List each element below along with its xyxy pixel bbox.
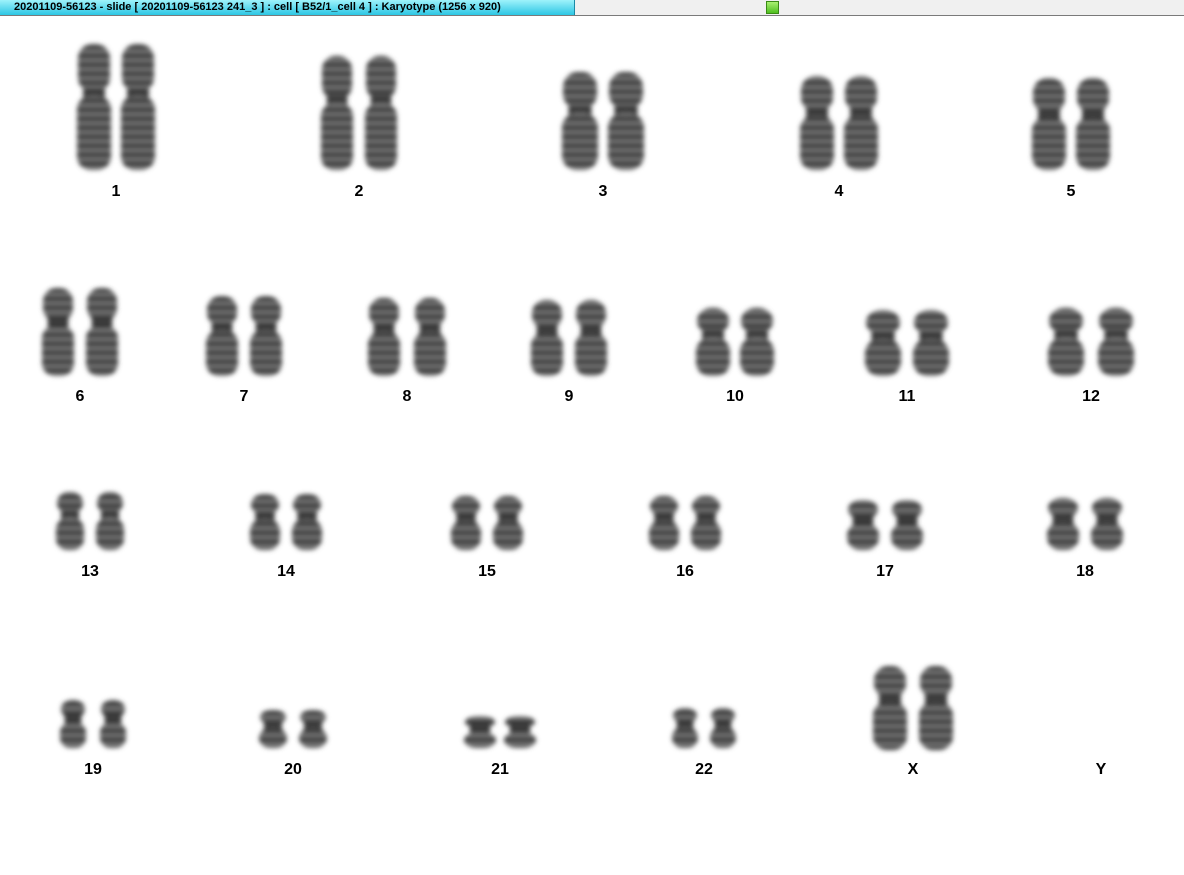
chromosome-label-15: 15 — [478, 563, 496, 580]
chromosome-14-a[interactable] — [250, 494, 280, 550]
chromosome-3-a[interactable] — [562, 72, 598, 170]
chromosome-label-14: 14 — [277, 563, 295, 580]
chromosome-20-b[interactable] — [299, 710, 327, 748]
chromosome-16-a[interactable] — [649, 496, 679, 550]
chromosome-16-b[interactable] — [691, 496, 721, 550]
chromosome-8-b[interactable] — [414, 298, 446, 376]
chromosome-pair-14[interactable]: 14 — [250, 494, 322, 580]
chromosome-4-a[interactable] — [800, 76, 834, 170]
chromosome-pair-8[interactable]: 8 — [368, 298, 446, 405]
chromosome-pair-22[interactable]: 22 — [672, 708, 736, 778]
chromosome-label-9: 9 — [565, 388, 574, 405]
chromosome-10-a[interactable] — [696, 308, 730, 376]
chromosome-label-7: 7 — [240, 388, 249, 405]
chromosome-label-6: 6 — [76, 388, 85, 405]
chromosome-label-13: 13 — [81, 563, 99, 580]
chromosome-label-10: 10 — [726, 388, 744, 405]
chromosome-9-a[interactable] — [531, 300, 563, 376]
chromosome-22-a[interactable] — [672, 708, 698, 748]
chromosome-9-b[interactable] — [575, 300, 607, 376]
chromosome-label-19: 19 — [84, 761, 102, 778]
chromosome-11-b[interactable] — [913, 310, 949, 376]
chromosome-1-a[interactable] — [77, 44, 111, 170]
chromosome-22-b[interactable] — [710, 708, 736, 748]
status-indicator[interactable] — [766, 1, 779, 14]
chromosome-pair-5[interactable]: 5 — [1032, 78, 1110, 200]
chromosome-label-18: 18 — [1076, 563, 1094, 580]
chromosome-8-a[interactable] — [368, 298, 400, 376]
chromosome-21-a[interactable] — [464, 716, 496, 748]
chromosome-label-16: 16 — [676, 563, 694, 580]
chromosome-pair-3[interactable]: 3 — [562, 72, 644, 200]
chromosome-pair-11[interactable]: 11 — [865, 310, 949, 405]
chromosome-pair-18[interactable]: 18 — [1047, 498, 1123, 580]
chromosome-17-a[interactable] — [847, 500, 879, 550]
chromosome-pair-16[interactable]: 16 — [649, 496, 721, 580]
chromosome-12-a[interactable] — [1048, 308, 1084, 376]
chromosome-label-20: 20 — [284, 761, 302, 778]
chromosome-X-a[interactable] — [873, 666, 907, 750]
chromosome-label-4: 4 — [835, 183, 844, 200]
chromosome-2-b[interactable] — [365, 56, 397, 170]
chromosome-3-b[interactable] — [608, 72, 644, 170]
chromosome-19-b[interactable] — [100, 700, 126, 748]
chromosome-label-5: 5 — [1067, 183, 1076, 200]
chromosome-12-b[interactable] — [1098, 308, 1134, 376]
chromosome-15-a[interactable] — [451, 496, 481, 550]
chromosome-pair-20[interactable]: 20 — [259, 710, 327, 778]
chromosome-label-2: 2 — [355, 183, 364, 200]
chromosome-label-Y: Y — [1096, 761, 1107, 778]
chromosome-17-b[interactable] — [891, 500, 923, 550]
chromosome-pair-Y[interactable]: Y — [1096, 761, 1107, 778]
chromosome-11-a[interactable] — [865, 310, 901, 376]
chromosome-18-b[interactable] — [1091, 498, 1123, 550]
chromosome-13-b[interactable] — [96, 492, 124, 550]
window-title-bar: 20201109-56123 - slide [ 20201109-56123 … — [0, 0, 1184, 16]
chromosome-label-21: 21 — [491, 761, 509, 778]
chromosome-5-a[interactable] — [1032, 78, 1066, 170]
chromosome-X-b[interactable] — [919, 666, 953, 750]
chromosome-pair-15[interactable]: 15 — [451, 496, 523, 580]
chromosome-14-b[interactable] — [292, 494, 322, 550]
chromosome-7-b[interactable] — [250, 296, 282, 376]
chromosome-10-b[interactable] — [740, 308, 774, 376]
chromosome-pair-12[interactable]: 12 — [1048, 308, 1134, 405]
chromosome-label-8: 8 — [403, 388, 412, 405]
chromosome-pair-17[interactable]: 17 — [847, 500, 923, 580]
chromosome-6-b[interactable] — [86, 288, 118, 376]
chromosome-pair-X[interactable]: X — [873, 666, 953, 778]
chromosome-pair-10[interactable]: 10 — [696, 308, 774, 405]
chromosome-label-12: 12 — [1082, 388, 1100, 405]
chromosome-pair-7[interactable]: 7 — [206, 296, 282, 405]
chromosome-7-a[interactable] — [206, 296, 238, 376]
chromosome-21-b[interactable] — [504, 716, 536, 748]
chromosome-pair-6[interactable]: 6 — [42, 288, 118, 405]
chromosome-pair-13[interactable]: 13 — [56, 492, 124, 580]
chromosome-label-1: 1 — [112, 183, 121, 200]
chromosome-pair-2[interactable]: 2 — [321, 56, 397, 200]
chromosome-label-3: 3 — [599, 183, 608, 200]
karyogram-canvas: 1 2 3 4 56 7 8 9 10 11 1213 14 15 16 17 1819 20 21 22 X Y — [42, 44, 1134, 778]
chromosome-15-b[interactable] — [493, 496, 523, 550]
chromosome-label-22: 22 — [695, 761, 713, 778]
chromosome-20-a[interactable] — [259, 710, 287, 748]
chromosome-pair-4[interactable]: 4 — [800, 76, 878, 200]
window-title[interactable]: 20201109-56123 - slide [ 20201109-56123 … — [0, 0, 575, 15]
chromosome-5-b[interactable] — [1076, 78, 1110, 170]
chromosome-label-X: X — [908, 761, 919, 778]
chromosome-4-b[interactable] — [844, 76, 878, 170]
chromosome-18-a[interactable] — [1047, 498, 1079, 550]
chromosome-pair-21[interactable]: 21 — [464, 716, 536, 778]
chromosome-19-a[interactable] — [60, 700, 86, 748]
chromosome-1-b[interactable] — [121, 44, 155, 170]
chromosome-2-a[interactable] — [321, 56, 353, 170]
chromosome-label-17: 17 — [876, 563, 894, 580]
chromosome-pair-9[interactable]: 9 — [531, 300, 607, 405]
chromosome-pair-1[interactable]: 1 — [77, 44, 155, 200]
chromosome-13-a[interactable] — [56, 492, 84, 550]
chromosome-pair-19[interactable]: 19 — [60, 700, 126, 778]
chromosome-label-11: 11 — [899, 388, 916, 405]
chromosome-6-a[interactable] — [42, 288, 74, 376]
